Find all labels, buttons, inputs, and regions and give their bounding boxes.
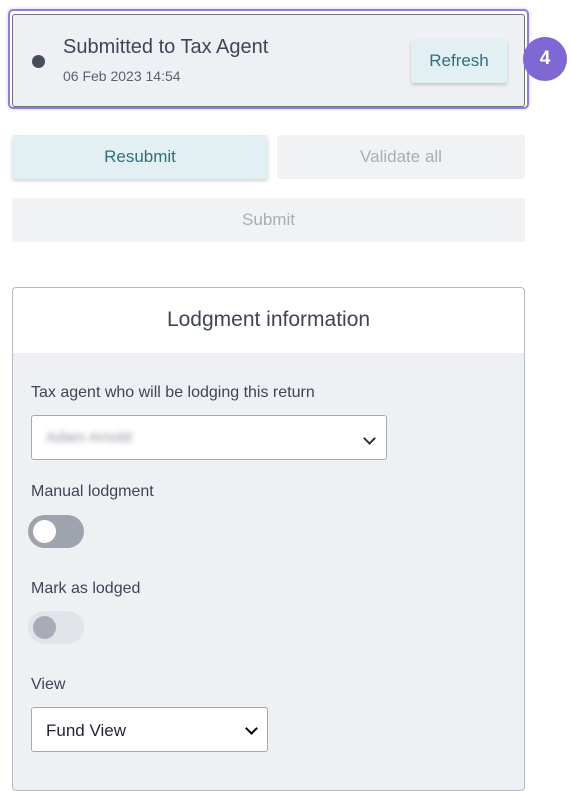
validate-all-button[interactable]: Validate all (277, 135, 525, 179)
chevron-down-icon (245, 722, 258, 735)
view-select-value: Fund View (46, 721, 127, 740)
submit-button[interactable]: Submit (12, 198, 525, 242)
mark-as-lodged-toggle[interactable] (28, 611, 84, 644)
chevron-down-icon (363, 432, 376, 445)
lodgment-panel-header: Lodgment information (12, 287, 525, 353)
view-select[interactable]: Fund View (31, 707, 268, 752)
tax-agent-select[interactable]: Adam Arnold (31, 415, 387, 460)
step-number-badge: 4 (523, 37, 567, 81)
refresh-button[interactable]: Refresh (411, 39, 507, 83)
resubmit-button[interactable]: Resubmit (12, 135, 268, 179)
tax-agent-value: Adam Arnold (46, 429, 132, 446)
mark-as-lodged-label: Mark as lodged (31, 580, 141, 597)
status-timestamp: 06 Feb 2023 14:54 (63, 68, 181, 84)
status-title: Submitted to Tax Agent (63, 36, 269, 58)
view-label: View (31, 676, 66, 693)
toggle-knob (33, 520, 56, 543)
manual-lodgment-label: Manual lodgment (31, 483, 154, 500)
lodgment-title: Lodgment information (166, 308, 371, 331)
toggle-knob (33, 616, 56, 639)
tax-agent-label: Tax agent who will be lodging this retur… (31, 384, 315, 401)
manual-lodgment-toggle[interactable] (28, 515, 84, 548)
status-dot-icon (32, 55, 45, 68)
